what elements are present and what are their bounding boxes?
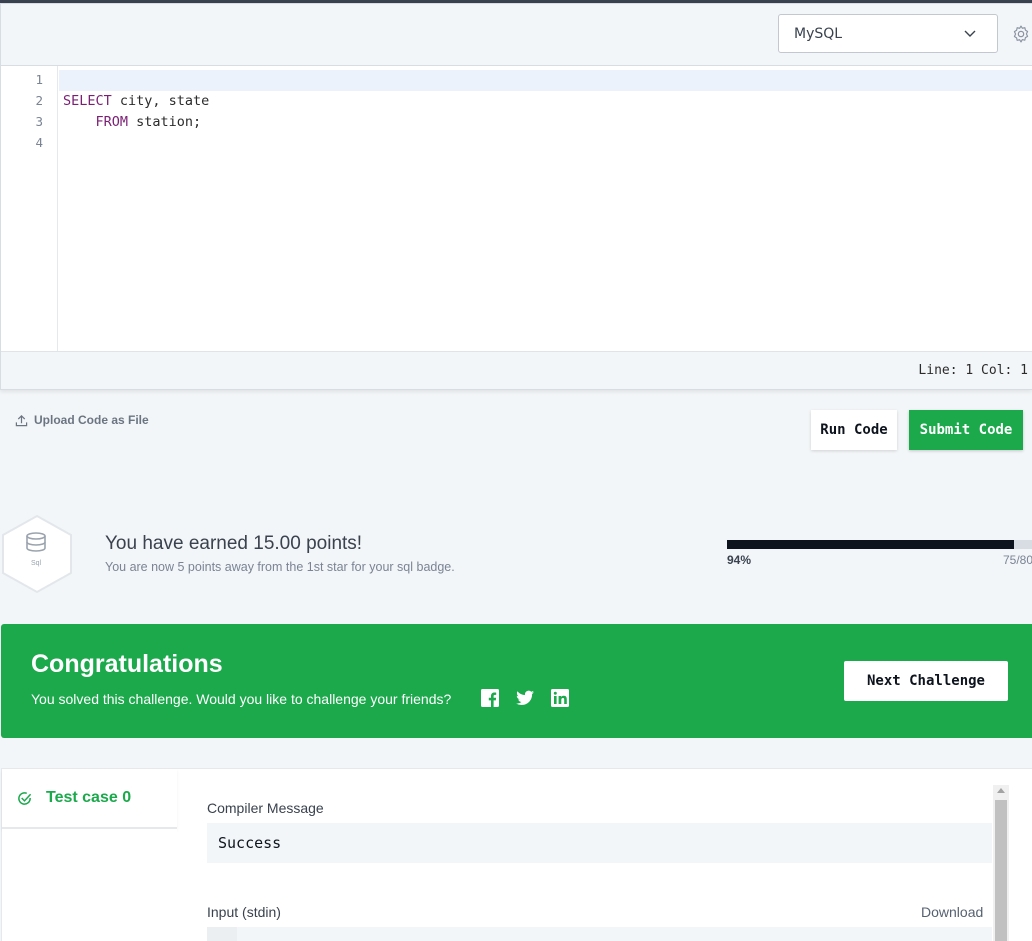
run-code-button[interactable]: Run Code [811, 410, 897, 450]
code-text-area[interactable]: SELECT city, state FROM station; [59, 66, 1032, 351]
test-case-list [2, 829, 177, 941]
chevron-down-icon [964, 30, 976, 37]
scroll-thumb[interactable] [995, 800, 1007, 941]
active-line-highlight [59, 70, 1032, 91]
gear-icon[interactable] [1011, 24, 1031, 44]
scroll-up-arrow[interactable] [997, 788, 1005, 793]
facebook-icon[interactable] [480, 688, 500, 708]
line-number: 4 [35, 135, 43, 150]
download-link[interactable]: Download [921, 904, 983, 920]
line-number: 3 [35, 114, 43, 129]
test-results-panel: Test case 0 Compiler Message Success Inp… [1, 768, 1032, 941]
code-line: SELECT city, state [63, 93, 210, 109]
points-earned-subtitle: You are now 5 points away from the 1st s… [105, 560, 455, 574]
twitter-icon[interactable] [515, 688, 535, 708]
input-stdin-label: Input (stdin) [207, 904, 281, 920]
sql-keyword: FROM [63, 114, 129, 130]
language-select-value: MySQL [794, 25, 843, 42]
badge-progress-fill [727, 540, 1014, 549]
congratulations-subtitle: You solved this challenge. Would you lik… [31, 691, 452, 707]
progress-count: 75/80 [1003, 553, 1032, 567]
check-circle-icon [18, 791, 32, 805]
test-case-label: Test case 0 [46, 789, 132, 806]
progress-percent: 94% [727, 553, 752, 567]
compiler-message-box: Success [207, 823, 992, 863]
editor-status-bar: Line: 1 Col: 1 [1, 351, 1032, 389]
submit-code-button[interactable]: Submit Code [909, 410, 1023, 450]
upload-code-link[interactable]: Upload Code as File [15, 413, 149, 427]
language-select[interactable]: MySQL [778, 14, 998, 53]
line-number: 2 [35, 93, 43, 108]
results-scrollbar[interactable] [993, 785, 1009, 941]
badge-label: Sql [31, 560, 42, 567]
next-challenge-button[interactable]: Next Challenge [844, 661, 1008, 701]
sql-keyword: SELECT [63, 93, 112, 109]
badge-progress-bar [727, 540, 1032, 549]
congratulations-banner: Congratulations You solved this challeng… [1, 624, 1032, 738]
upload-icon [15, 414, 28, 426]
congratulations-title: Congratulations [31, 650, 223, 678]
line-number: 1 [35, 72, 43, 87]
input-stdin-box [207, 927, 992, 941]
compiler-message-label: Compiler Message [207, 800, 324, 816]
code-line: FROM station; [63, 114, 202, 130]
cursor-position: Line: 1 Col: 1 [918, 363, 1028, 378]
sql-badge: Sql [1, 514, 72, 594]
tab-test-case-0[interactable]: Test case 0 [2, 769, 177, 829]
linkedin-icon[interactable] [550, 688, 570, 708]
editor-header: MySQL [1, 4, 1032, 66]
code-editor-panel: MySQL 1 2 3 4 SELECT city, state FROM st… [0, 3, 1032, 390]
upload-code-label: Upload Code as File [34, 413, 149, 427]
line-number-gutter: 1 2 3 4 [1, 66, 58, 351]
points-earned-title: You have earned 15.00 points! [105, 533, 363, 554]
